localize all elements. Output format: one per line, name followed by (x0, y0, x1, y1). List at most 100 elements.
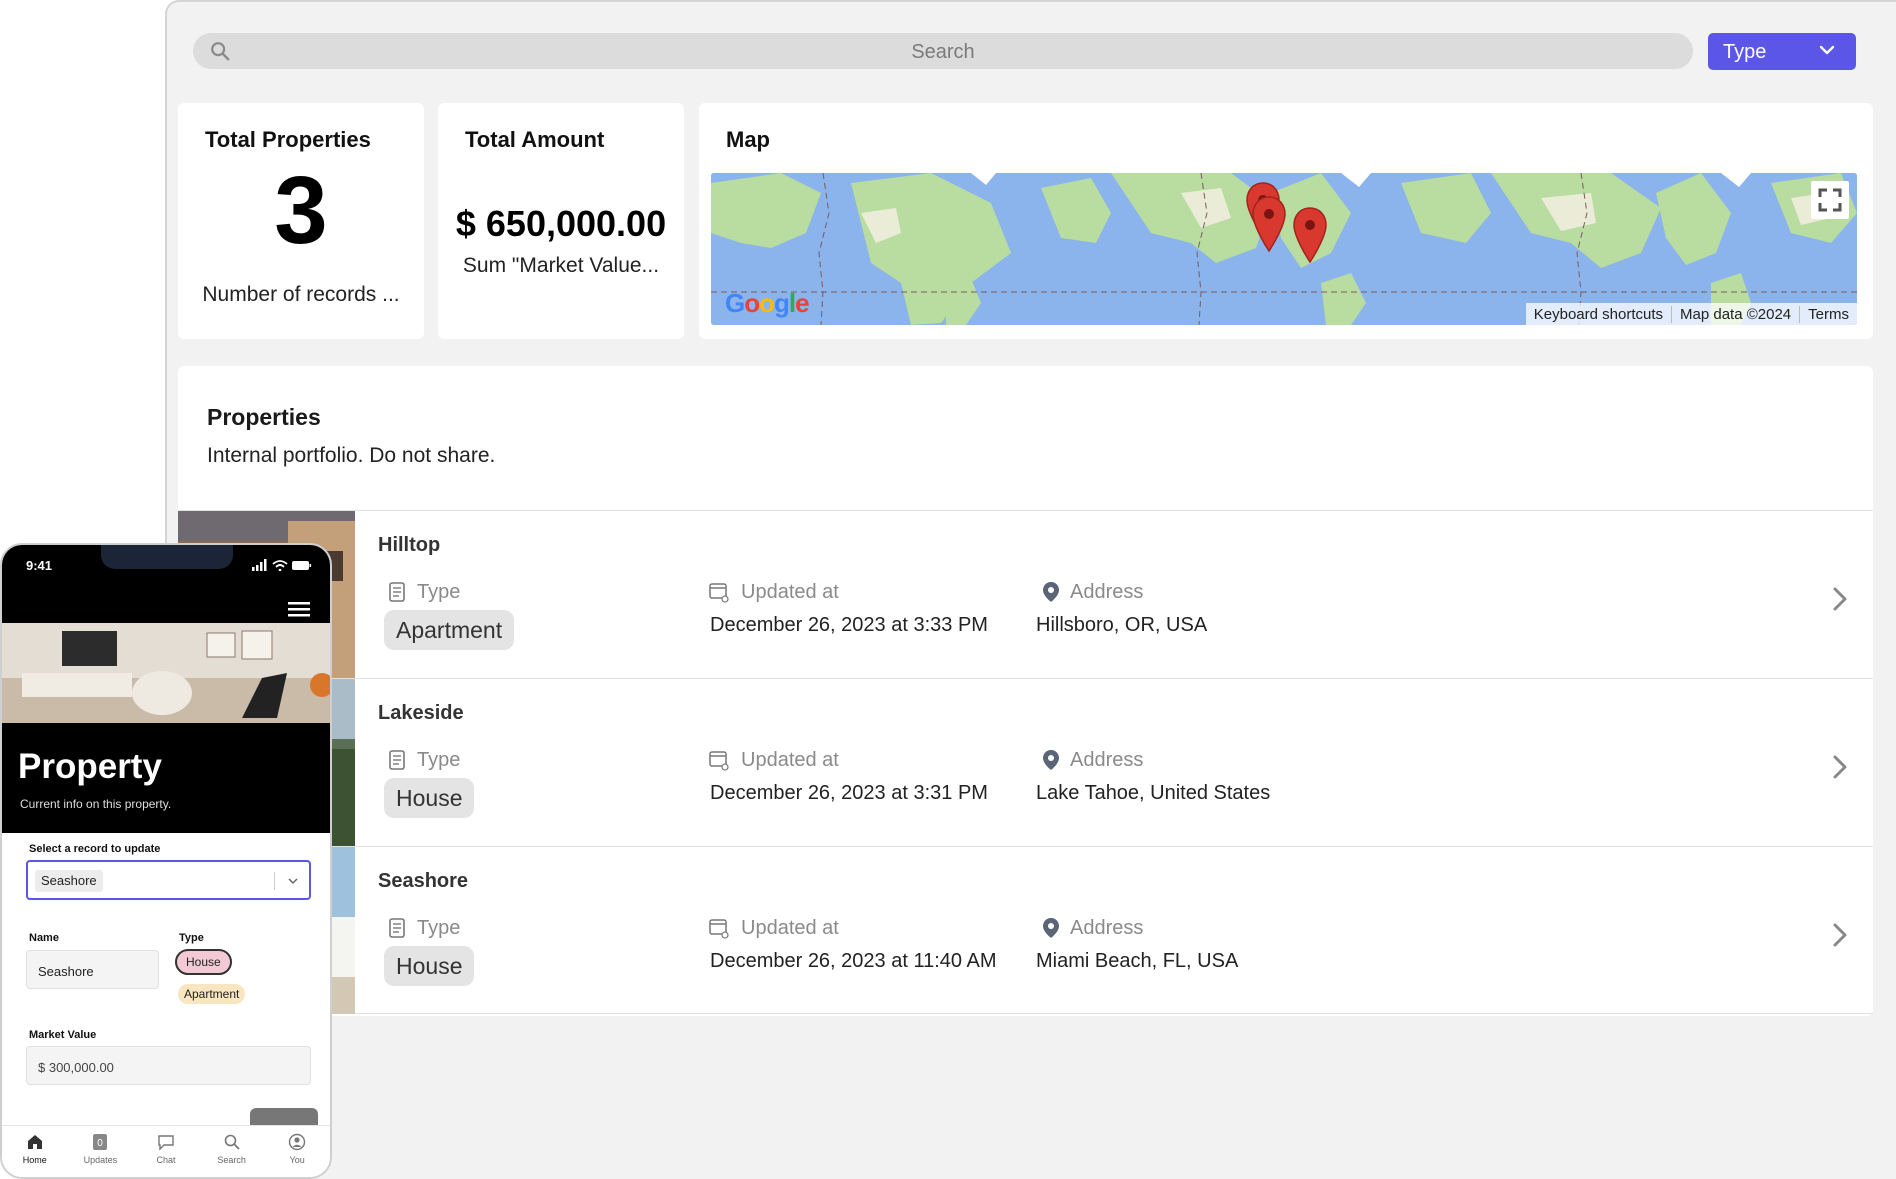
map-title: Map (726, 127, 770, 152)
property-name: Lakeside (378, 702, 464, 724)
property-name: Seashore (378, 870, 469, 892)
signal-wifi-battery-icon (252, 559, 312, 571)
tab-label: Chat (156, 1155, 176, 1165)
updated-value: December 26, 2023 at 3:33 PM (710, 614, 988, 636)
desktop-app: Search Type Total Properties 3 Number of… (165, 0, 1896, 1179)
location-pin-icon (1043, 582, 1059, 602)
chat-icon (158, 1135, 174, 1151)
select-divider (274, 872, 275, 890)
map-data-label: Map data ©2024 (1671, 305, 1799, 323)
google-logo: Google (725, 288, 810, 318)
select-record-label: Select a record to update (29, 843, 161, 855)
name-label: Name (29, 932, 59, 944)
address-value: Hillsboro, OR, USA (1036, 614, 1208, 636)
chevron-right-icon[interactable] (1829, 752, 1851, 782)
user-icon (288, 1133, 306, 1151)
address-label: Address (1070, 749, 1144, 771)
updates-badge: 0 (98, 1138, 104, 1149)
tab-home[interactable]: Home (5, 1126, 65, 1177)
type-option-house[interactable]: House (175, 949, 232, 975)
updated-label: Updated at (741, 917, 839, 939)
calendar-clock-icon (709, 583, 729, 603)
type-option-apartment[interactable]: Apartment (178, 984, 246, 1004)
map-card: Map Google Keyboard shortcuts Map data ©… (699, 103, 1873, 339)
tab-label: Search (217, 1155, 246, 1165)
chevron-down-icon (288, 878, 298, 885)
keyboard-shortcuts-link[interactable]: Keyboard shortcuts (1526, 306, 1671, 323)
phone-clock: 9:41 (26, 558, 53, 573)
type-chip: House (384, 778, 475, 818)
market-value-field[interactable]: $ 300,000.00 (26, 1046, 311, 1085)
tab-you[interactable]: You (267, 1126, 327, 1177)
record-select[interactable]: Seashore (26, 860, 311, 900)
type-label: Type (417, 749, 461, 771)
hamburger-menu-icon[interactable] (288, 601, 310, 617)
tab-search[interactable]: Search (202, 1126, 262, 1177)
tab-updates[interactable]: 0 Updates (70, 1126, 130, 1177)
address-value: Lake Tahoe, United States (1036, 782, 1271, 804)
tab-chat[interactable]: Chat (136, 1126, 196, 1177)
document-icon (389, 918, 405, 938)
phone-mockup: 9:41 Property Current info on this prope… (0, 543, 332, 1179)
property-row[interactable]: Hilltop Type Apartment Updated at Decemb… (178, 510, 1873, 678)
property-name: Hilltop (378, 534, 441, 556)
calendar-clock-icon (709, 751, 729, 771)
calendar-clock-icon (709, 919, 729, 939)
type-filter-label: Type (1723, 41, 1767, 63)
properties-title: Properties (207, 404, 321, 430)
name-field[interactable]: Seashore (26, 950, 159, 989)
phone-page-subtitle: Current info on this property. (20, 797, 172, 811)
updated-value: December 26, 2023 at 3:31 PM (710, 782, 988, 804)
location-pin-icon (1043, 918, 1059, 938)
home-icon (27, 1135, 42, 1149)
total-properties-value: 3 (274, 157, 328, 264)
phone-tab-bar: Home 0 Updates Chat Search You (2, 1125, 330, 1177)
updated-label: Updated at (741, 749, 839, 771)
search-input[interactable]: Search (193, 33, 1693, 69)
tab-label: You (289, 1155, 305, 1165)
terms-link[interactable]: Terms (1799, 305, 1857, 323)
total-amount-title: Total Amount (465, 127, 605, 152)
tab-label: Home (22, 1155, 47, 1165)
property-row[interactable]: Lakeside Type House Updated at December … (178, 678, 1873, 846)
market-value-label: Market Value (29, 1029, 97, 1041)
chevron-right-icon[interactable] (1829, 920, 1851, 950)
map-pin-icon[interactable] (1251, 195, 1287, 253)
total-properties-card: Total Properties 3 Number of records ... (178, 103, 424, 339)
phone-header: Property Current info on this property. (2, 723, 330, 833)
total-amount-value: $ 650,000.00 (455, 203, 667, 244)
document-icon (389, 750, 405, 770)
updated-label: Updated at (741, 581, 839, 603)
map-attribution: Keyboard shortcuts Map data ©2024 Terms (1525, 303, 1857, 325)
type-filter-dropdown[interactable]: Type (1708, 33, 1856, 70)
type-chip: Apartment (384, 610, 515, 650)
total-properties-subtitle: Number of records ... (202, 283, 400, 306)
type-label: Type (417, 581, 461, 603)
total-amount-card: Total Amount $ 650,000.00 Sum "Market Va… (438, 103, 684, 339)
properties-description: Internal portfolio. Do not share. (207, 444, 496, 467)
selected-record-chip: Seashore (35, 870, 103, 892)
world-map[interactable]: Google Keyboard shortcuts Map data ©2024… (711, 173, 1857, 325)
type-chip: House (384, 946, 475, 986)
properties-list-panel: Properties Internal portfolio. Do not sh… (178, 366, 1873, 1016)
total-properties-title: Total Properties (205, 127, 371, 152)
property-row[interactable]: Seashore Type House Updated at December … (178, 846, 1873, 1014)
updated-value: December 26, 2023 at 11:40 AM (710, 950, 997, 972)
search-placeholder: Search (911, 41, 975, 63)
address-label: Address (1070, 917, 1144, 939)
search-icon (224, 1134, 240, 1150)
total-amount-subtitle: Sum "Market Value... (462, 254, 660, 277)
map-pin-icon[interactable] (1292, 206, 1328, 264)
document-icon (389, 582, 405, 602)
address-label: Address (1070, 581, 1144, 603)
phone-page-title: Property (18, 747, 162, 786)
tab-label: Updates (83, 1155, 118, 1165)
phone-hero-image (2, 623, 330, 723)
updates-icon: 0 (93, 1134, 108, 1150)
map-fullscreen-button[interactable] (1811, 181, 1849, 219)
phone-status-bar: 9:41 (2, 545, 330, 623)
fullscreen-icon (1818, 188, 1842, 212)
type-label: Type (179, 932, 204, 944)
chevron-right-icon[interactable] (1829, 584, 1851, 614)
address-value: Miami Beach, FL, USA (1036, 950, 1239, 972)
